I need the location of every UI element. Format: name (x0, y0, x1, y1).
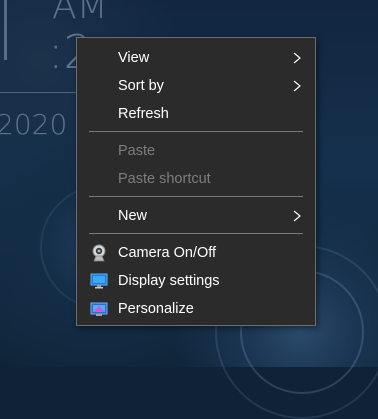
clock-year: 2020 (0, 108, 68, 141)
menu-item-paste-shortcut: Paste shortcut (77, 166, 315, 192)
menu-item-label: Paste shortcut (118, 171, 211, 187)
display-settings-icon (90, 273, 108, 289)
desktop-context-menu: View Sort by Refresh Paste Paste shortcu… (76, 37, 316, 326)
chevron-right-icon (293, 52, 301, 64)
menu-item-new[interactable]: New (77, 203, 315, 229)
menu-item-display-settings[interactable]: Display settings (77, 268, 315, 294)
clock-divider-line (0, 92, 76, 93)
menu-item-paste: Paste (77, 138, 315, 164)
menu-item-camera-on-off[interactable]: Camera On/Off (77, 240, 315, 266)
personalize-icon (90, 302, 108, 316)
menu-item-sort-by[interactable]: Sort by (77, 73, 315, 99)
clock-ampm: AM (52, 0, 108, 27)
menu-item-label: Paste (118, 143, 156, 159)
menu-item-label: Personalize (118, 301, 194, 317)
menu-separator (89, 196, 303, 197)
menu-separator (89, 131, 303, 132)
menu-item-personalize[interactable]: Personalize (77, 296, 315, 322)
chevron-right-icon (293, 210, 301, 222)
clock-divider-bar (4, 0, 7, 60)
menu-separator (89, 233, 303, 234)
menu-item-label: Refresh (118, 106, 169, 122)
menu-item-view[interactable]: View (77, 45, 315, 71)
menu-item-label: New (118, 208, 148, 224)
menu-item-label: Display settings (118, 273, 220, 289)
menu-item-refresh[interactable]: Refresh (77, 101, 315, 127)
menu-item-label: Camera On/Off (118, 245, 217, 261)
menu-item-label: View (118, 50, 150, 66)
chevron-right-icon (293, 80, 301, 92)
menu-item-label: Sort by (118, 78, 164, 94)
webcam-icon (92, 244, 106, 262)
